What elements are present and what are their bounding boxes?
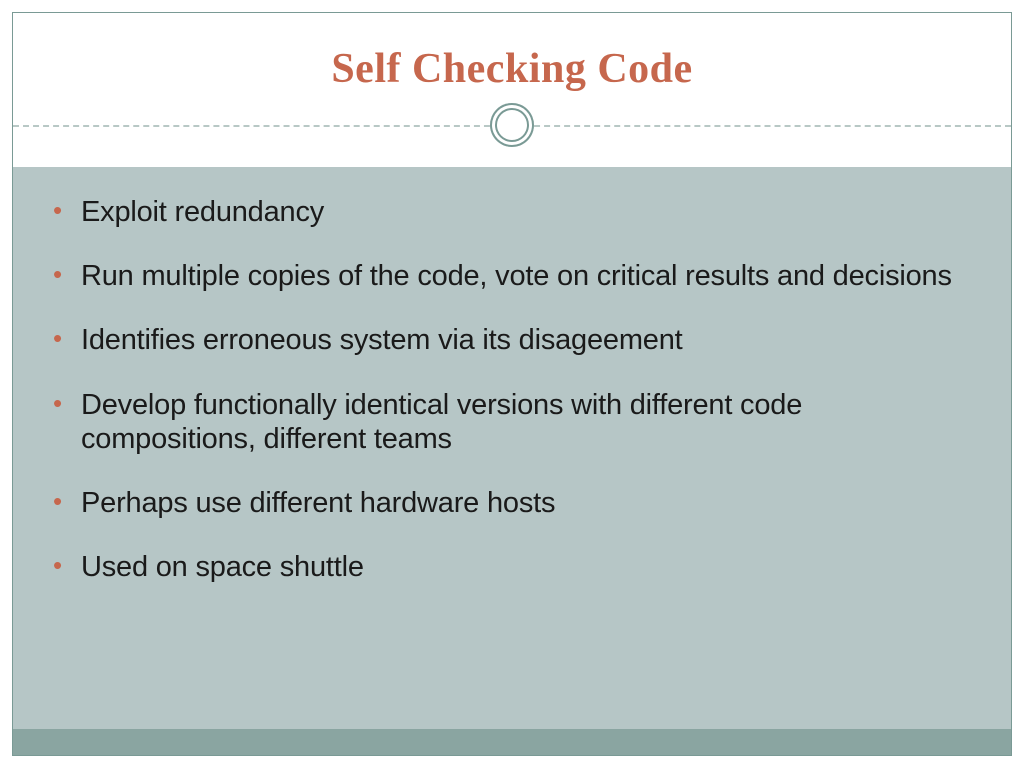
slide: Self Checking Code Exploit redundancy Ru… bbox=[0, 0, 1024, 768]
ring-icon bbox=[490, 103, 534, 147]
list-item: Perhaps use different hardware hosts bbox=[53, 486, 981, 520]
slide-frame: Self Checking Code Exploit redundancy Ru… bbox=[12, 12, 1012, 756]
body-area: Exploit redundancy Run multiple copies o… bbox=[13, 167, 1011, 729]
list-item: Used on space shuttle bbox=[53, 550, 981, 584]
bullet-list: Exploit redundancy Run multiple copies o… bbox=[53, 195, 981, 585]
list-item: Identifies erroneous system via its disa… bbox=[53, 323, 981, 357]
footer-bar bbox=[13, 729, 1011, 755]
list-item: Exploit redundancy bbox=[53, 195, 981, 229]
list-item: Develop functionally identical versions … bbox=[53, 388, 981, 456]
slide-title: Self Checking Code bbox=[331, 45, 692, 93]
list-item: Run multiple copies of the code, vote on… bbox=[53, 259, 981, 293]
